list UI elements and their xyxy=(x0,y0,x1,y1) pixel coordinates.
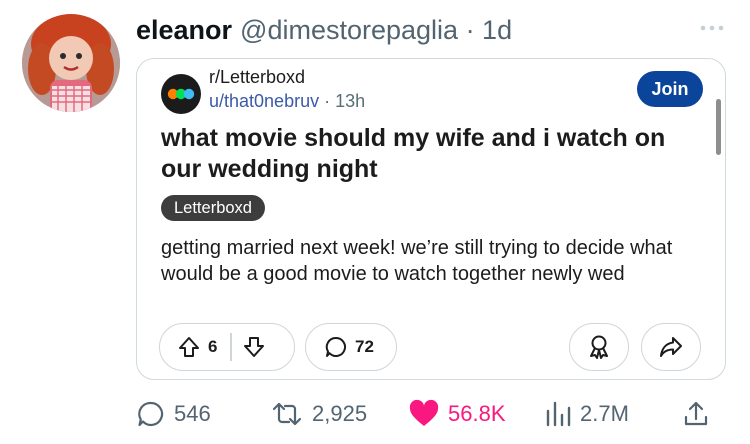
heart-icon xyxy=(409,399,439,426)
award-button[interactable] xyxy=(569,323,629,371)
comment-bubble-icon xyxy=(325,336,347,357)
post-body: getting married next week! we’re still t… xyxy=(161,237,673,285)
display-name[interactable]: eleanor xyxy=(136,15,232,46)
vote-divider xyxy=(230,333,232,361)
retweet-count: 2,925 xyxy=(312,401,368,426)
downvote-icon[interactable] xyxy=(243,336,265,358)
post-flair[interactable]: Letterboxd xyxy=(161,195,265,221)
comment-count: 72 xyxy=(355,337,374,356)
handle-and-time[interactable]: @dimestorepaglia · 1d xyxy=(240,15,512,46)
comments-button[interactable]: 72 xyxy=(305,323,397,371)
reddit-post-card[interactable]: r/Letterboxd u/that0nebruv · 13h Join wh… xyxy=(136,58,726,380)
views-count: 2.7M xyxy=(580,401,629,426)
more-options-icon[interactable] xyxy=(698,16,726,40)
tweet-header: eleanor @dimestorepaglia · 1d xyxy=(136,12,512,48)
tweet-share-button[interactable] xyxy=(682,396,710,432)
retweet-icon xyxy=(272,402,302,426)
award-icon xyxy=(590,335,608,359)
retweet-button[interactable]: 2,925 xyxy=(270,396,367,432)
views-bar-chart-icon xyxy=(546,401,571,427)
post-time: · 13h xyxy=(324,91,366,111)
like-count: 56.8K xyxy=(448,401,506,426)
doll-avatar-image xyxy=(22,14,120,112)
vote-count: 6 xyxy=(208,337,218,356)
views-button[interactable]: 2.7M xyxy=(544,396,629,432)
post-author[interactable]: u/that0nebruv xyxy=(209,91,319,111)
upvote-icon[interactable] xyxy=(178,336,200,358)
reply-count: 546 xyxy=(174,401,211,426)
letterboxd-logo-icon xyxy=(161,74,201,114)
tweet-actions: 546 2,925 56.8K 2.7M xyxy=(136,396,726,432)
reply-button[interactable]: 546 xyxy=(136,396,211,432)
like-button[interactable]: 56.8K xyxy=(408,396,506,432)
reply-icon xyxy=(138,401,164,427)
join-button[interactable]: Join xyxy=(637,71,703,107)
scrollbar[interactable] xyxy=(716,99,721,155)
vote-pill: 6 xyxy=(159,323,295,371)
post-title: what movie should my wife and i watch on… xyxy=(161,124,666,183)
post-meta: u/that0nebruv · 13h xyxy=(209,91,365,112)
share-arrow-icon xyxy=(660,337,682,357)
subreddit-name[interactable]: r/Letterboxd xyxy=(209,67,305,88)
share-button[interactable] xyxy=(641,323,701,371)
upload-share-icon xyxy=(684,401,708,426)
avatar[interactable] xyxy=(22,14,120,112)
